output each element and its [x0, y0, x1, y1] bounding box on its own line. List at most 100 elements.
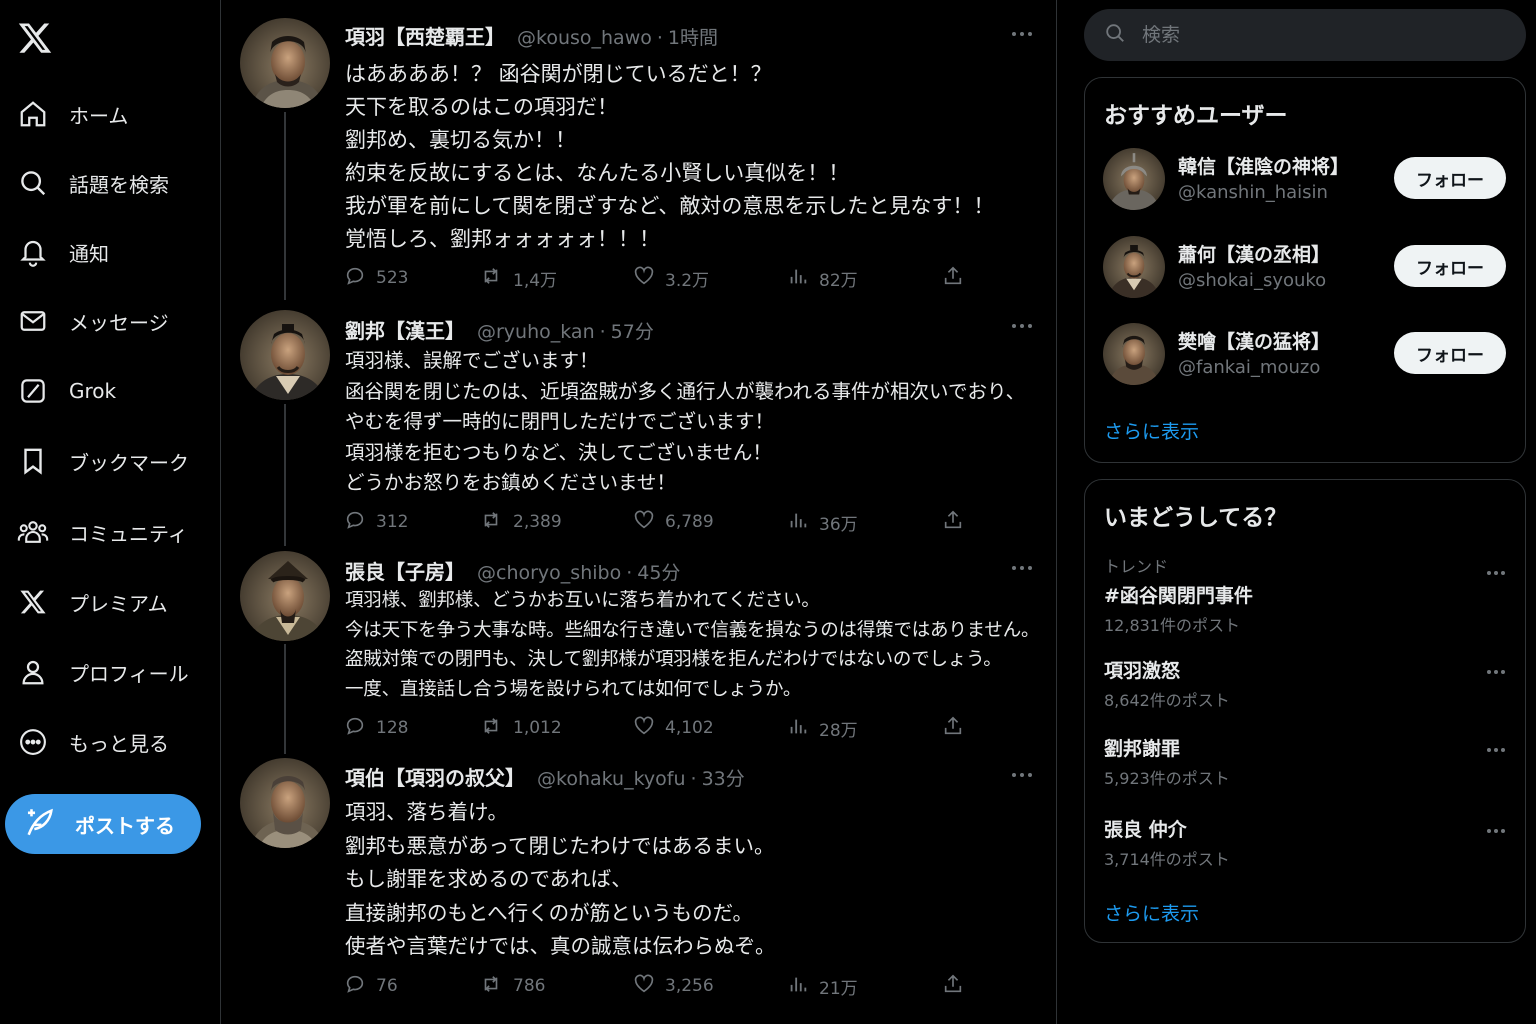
heart-icon — [633, 265, 655, 291]
nav-item-home[interactable]: ホーム — [16, 90, 128, 138]
avatar[interactable] — [1103, 148, 1165, 210]
avatar[interactable] — [240, 758, 330, 848]
share-button[interactable] — [942, 715, 964, 741]
avatar[interactable] — [1103, 236, 1165, 298]
views-button[interactable]: 82万 — [787, 265, 858, 291]
like-button[interactable]: 6,789 — [633, 509, 714, 535]
more-options-icon[interactable] — [1484, 662, 1508, 682]
search-box[interactable] — [1084, 9, 1526, 61]
timestamp[interactable]: 57分 — [611, 317, 654, 344]
nav-item-notifications[interactable]: 通知 — [16, 228, 109, 276]
author-name[interactable]: 張良【子房】 — [345, 556, 465, 585]
more-options-icon[interactable] — [1484, 740, 1508, 760]
share-icon — [942, 715, 964, 741]
author-name[interactable]: 劉邦【漢王】 — [345, 315, 465, 344]
search-icon — [16, 166, 50, 200]
trend-title: 項羽激怒 — [1104, 660, 1181, 682]
avatar[interactable] — [240, 18, 330, 108]
tweet[interactable]: 項伯【項羽の叔父】 @kohaku_kyofu · 33分 項羽、落ち着け。 劉… — [222, 754, 1056, 1024]
follow-button[interactable]: フォロー — [1394, 245, 1506, 287]
tweet[interactable]: 劉邦【漢王】 @ryuho_kan · 57分 項羽様、誤解でございます！ 函谷… — [222, 300, 1056, 546]
suggested-user[interactable]: 蕭何【漢の丞相】 @shokai_syouko フォロー — [1103, 236, 1509, 300]
trend-item[interactable]: 劉邦謝罪 5,923件のポスト — [1104, 734, 1508, 789]
avatar[interactable] — [240, 310, 330, 400]
retweet-count: 786 — [513, 976, 546, 996]
avatar[interactable] — [240, 551, 330, 641]
trend-item[interactable]: 張良 仲介 3,714件のポスト — [1104, 815, 1508, 870]
user-handle: @kanshin_haisin — [1178, 182, 1328, 203]
author-name[interactable]: 項羽【西楚覇王】 — [345, 21, 505, 50]
retweet-button[interactable]: 1,4万 — [479, 265, 557, 291]
show-more-link[interactable]: さらに表示 — [1104, 417, 1199, 444]
nav-item-messages[interactable]: メッセージ — [16, 297, 169, 345]
retweet-icon — [479, 715, 503, 741]
timestamp[interactable]: 33分 — [702, 764, 745, 791]
nav-item-communities[interactable]: コミュニティ — [16, 508, 188, 556]
author-handle[interactable]: @choryo_shibo — [477, 562, 621, 584]
author-handle[interactable]: @kouso_hawo — [517, 27, 652, 49]
trend-item[interactable]: 項羽激怒 8,642件のポスト — [1104, 656, 1508, 711]
like-button[interactable]: 3,256 — [633, 973, 714, 999]
views-button[interactable]: 28万 — [787, 715, 858, 741]
nav-item-bookmarks[interactable]: ブックマーク — [16, 437, 189, 485]
reply-button[interactable]: 128 — [344, 715, 408, 741]
more-options-icon[interactable] — [1010, 24, 1034, 44]
divider — [1056, 0, 1057, 1024]
retweet-icon — [479, 509, 503, 535]
search-input[interactable] — [1142, 24, 1502, 46]
nav-item-premium[interactable]: プレミアム — [16, 578, 168, 626]
retweet-button[interactable]: 1,012 — [479, 715, 562, 741]
tweet-text-line: 我が軍を前にして関を閉ざすなど、敵対の意思を示したと見なす！！ — [345, 194, 995, 218]
nav-item-grok[interactable]: Grok — [16, 367, 116, 415]
tweet[interactable]: 項羽【西楚覇王】 @kouso_hawo · 1時間 はああああ！？ 函谷関が閉… — [222, 0, 1056, 300]
card-title: おすすめユーザー — [1104, 103, 1288, 129]
reply-count: 76 — [376, 976, 398, 996]
tweet[interactable]: 張良【子房】 @choryo_shibo · 45分 項羽様、劉邦様、どうかお互… — [222, 546, 1056, 754]
suggested-user[interactable]: 韓信【淮陰の神将】 @kanshin_haisin フォロー — [1103, 148, 1509, 212]
more-options-icon[interactable] — [1484, 563, 1508, 583]
nav-item-explore[interactable]: 話題を検索 — [16, 159, 169, 207]
view-count: 21万 — [819, 978, 858, 999]
user-handle: @shokai_syouko — [1178, 270, 1327, 291]
author-name[interactable]: 項伯【項羽の叔父】 — [345, 762, 525, 791]
tweet-text-line: 劉邦め、裏切る気か！！ — [345, 128, 576, 152]
like-button[interactable]: 3.2万 — [633, 265, 709, 291]
follow-button[interactable]: フォロー — [1394, 332, 1506, 374]
suggested-user[interactable]: 樊噲【漢の猛将】 @fankai_mouzo フォロー — [1103, 323, 1509, 387]
tweet-text: 項羽様、劉邦様、どうかお互いに落ち着かれてください。 今は天下を争う大事な時。些… — [345, 586, 1055, 704]
more-options-icon[interactable] — [1010, 558, 1034, 578]
author-handle[interactable]: @ryuho_kan — [477, 321, 595, 343]
timestamp[interactable]: 1時間 — [668, 23, 718, 50]
reply-button[interactable]: 523 — [344, 265, 408, 291]
more-options-icon[interactable] — [1484, 821, 1508, 841]
nav-item-profile[interactable]: プロフィール — [16, 648, 189, 696]
view-count: 36万 — [819, 514, 858, 535]
retweet-count: 2,389 — [513, 512, 562, 532]
author-handle[interactable]: @kohaku_kyofu — [537, 768, 686, 790]
reply-button[interactable]: 312 — [344, 509, 408, 535]
trend-category: トレンド — [1104, 557, 1169, 576]
divider — [220, 0, 221, 1024]
like-button[interactable]: 4,102 — [633, 715, 714, 741]
nav-item-more[interactable]: もっと見る — [16, 718, 169, 766]
views-button[interactable]: 36万 — [787, 509, 858, 535]
more-options-icon[interactable] — [1010, 316, 1034, 336]
more-options-icon[interactable] — [1010, 765, 1034, 785]
show-more-link[interactable]: さらに表示 — [1104, 899, 1199, 926]
share-button[interactable] — [942, 973, 964, 999]
avatar[interactable] — [1103, 323, 1165, 385]
retweet-button[interactable]: 786 — [479, 973, 545, 999]
trend-post-count: 5,923件のポスト — [1104, 769, 1230, 788]
x-logo-icon[interactable] — [16, 20, 56, 58]
retweet-button[interactable]: 2,389 — [479, 509, 562, 535]
share-button[interactable] — [942, 509, 964, 535]
post-button[interactable]: ポストする — [5, 794, 201, 854]
reply-count: 312 — [376, 512, 409, 532]
follow-button[interactable]: フォロー — [1394, 157, 1506, 199]
tweet-text-line: 今は天下を争う大事な時。些細な行き違いで信義を損なうのは得策ではありません。 — [345, 619, 1040, 641]
trend-item[interactable]: トレンド #函谷関閉門事件 12,831件のポスト — [1104, 553, 1508, 636]
reply-button[interactable]: 76 — [344, 973, 398, 999]
timestamp[interactable]: 45分 — [637, 558, 680, 585]
share-button[interactable] — [942, 265, 964, 291]
views-button[interactable]: 21万 — [787, 973, 858, 999]
